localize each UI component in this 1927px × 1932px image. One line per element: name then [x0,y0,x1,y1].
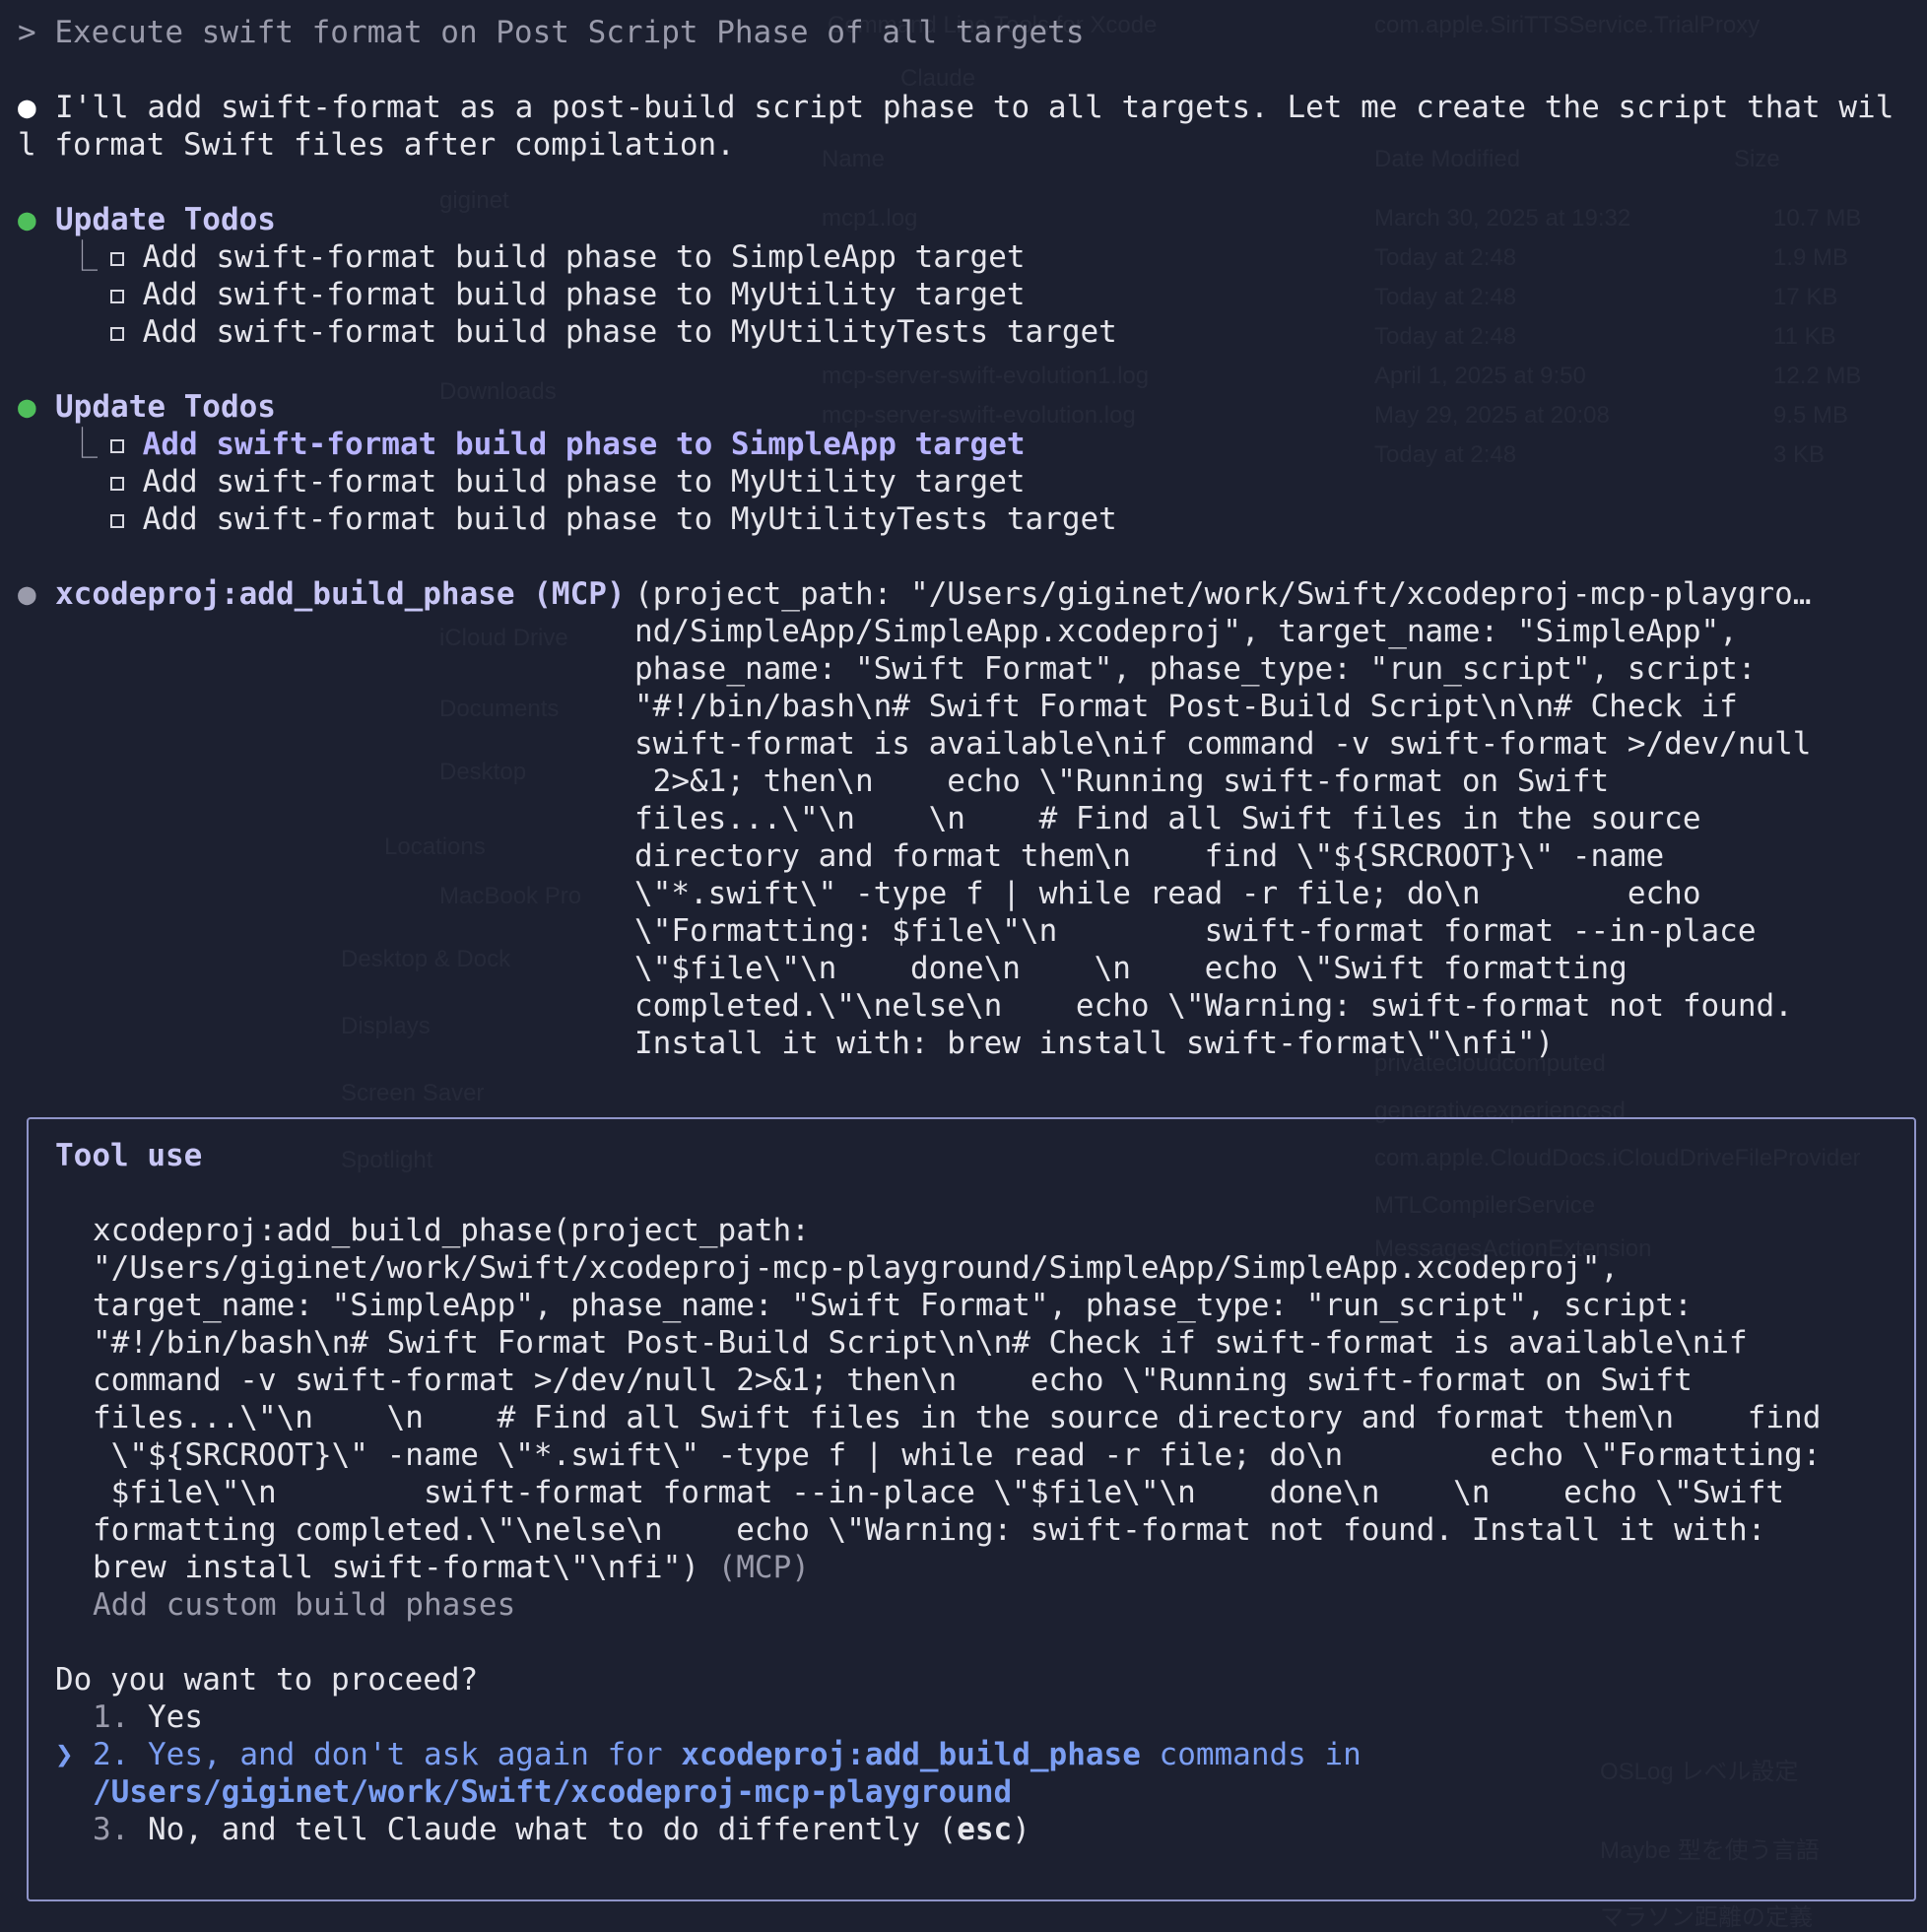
ghost-text: Today at 2:48 [1374,323,1517,350]
ghost-text: Date Modified [1374,146,1521,172]
tool-call-argument-line: completed.\"\nelse\n echo \"Warning: swi… [634,988,1793,1024]
checkbox-icon [110,326,124,341]
tool-call-name: xcodeproj:add_build_phase (MCP) [55,576,626,612]
proceed-question: Do you want to proceed? [55,1662,479,1698]
dialog-call-line: files...\"\n \n # Find all Swift files i… [93,1400,1822,1435]
dialog-call-line: xcodeproj:add_build_phase(project_path: [93,1213,810,1248]
tool-call-argument-line: \"Formatting: $file\"\n swift-format for… [634,913,1757,949]
dialog-call-line: \"${SRCROOT}\" -name \"*.swift\" -type f… [93,1437,1822,1473]
ghost-text: Desktop [439,759,527,785]
ghost-text: giginet [439,187,509,214]
checkbox-icon [110,513,124,528]
todo-item: Add swift-format build phase to MyUtilit… [110,313,1117,351]
dialog-title: Tool use [55,1138,203,1173]
tool-call-argument-line: directory and format them\n find \"${SRC… [634,838,1665,874]
todo-block-title-1: Update Todos [55,202,276,237]
checkbox-icon [110,438,124,453]
ghost-text: 3 KB [1773,441,1826,468]
ghost-text: 1.9 MB [1773,244,1849,271]
option-yes[interactable]: 1. Yes [93,1699,203,1736]
option-yes-dont-ask-again[interactable]: 2. Yes, and don't ask again for xcodepro… [93,1736,1362,1773]
option-2-path[interactable]: /Users/giginet/work/Swift/xcodeproj-mcp-… [93,1773,1012,1811]
ghost-text: Locations [384,833,486,860]
ghost-text: Documents [439,696,560,722]
todo-bullet-2: ● [18,389,36,425]
tool-call-argument-line: Install it with: brew install swift-form… [634,1026,1555,1061]
ghost-text: iCloud Drive [439,625,568,651]
dialog-description: Add custom build phases [93,1587,516,1623]
ghost-text: com.apple.SiriTTSService.TrialProxy [1374,12,1761,38]
checkbox-icon [110,476,124,491]
tool-call-argument-line: (project_path: "/Users/giginet/work/Swif… [634,576,1812,612]
tool-call-argument-line: phase_name: "Swift Format", phase_type: … [634,651,1757,687]
ghost-text: 11 KB [1773,323,1836,350]
tree-connector-icon: ⎿ [67,427,98,462]
prompt-marker: > [18,15,36,50]
ghost-text: 12.2 MB [1773,363,1862,389]
todo-item: Add swift-format build phase to MyUtilit… [110,463,1026,500]
todo-item-active: Add swift-format build phase to SimpleAp… [110,426,1026,463]
ghost-text: March 30, 2025 at 19:32 [1374,205,1631,232]
ghost-text: April 1, 2025 at 9:50 [1374,363,1586,389]
dialog-call-line: target_name: "SimpleApp", phase_name: "S… [93,1288,1693,1323]
tool-call-argument-line: \"*.swift\" -type f | while read -r file… [634,876,1701,911]
tool-call-argument-line: swift-format is available\nif command -v… [634,726,1812,762]
dialog-call-line: brew install swift-format\"\nfi") (MCP) [93,1550,810,1585]
mcp-suffix: (MCP) [717,1550,810,1585]
tool-call-argument-line: files...\"\n \n # Find all Swift files i… [634,801,1701,836]
ghost-text: MacBook Pro [439,883,582,909]
todo-item: Add swift-format build phase to SimpleAp… [110,238,1026,276]
tool-call-argument-line: "#!/bin/bash\n# Swift Format Post-Build … [634,689,1738,724]
assistant-message-line-2: l format Swift files after compilation. [18,127,735,163]
todo-bullet-1: ● [18,202,36,237]
ghost-text: Today at 2:48 [1374,284,1517,310]
ghost-text: Name [822,146,886,172]
tool-call-argument-line: nd/SimpleApp/SimpleApp.xcodeproj", targe… [634,614,1738,649]
ghost-text: Today at 2:48 [1374,244,1517,271]
cursor-icon: ❯ [55,1737,74,1772]
tree-connector-icon: ⎿ [67,239,98,275]
prompt-text: Execute swift format on Post Script Phas… [54,15,1085,50]
dialog-call-line: "/Users/giginet/work/Swift/xcodeproj-mcp… [93,1250,1620,1286]
ghost-text: 9.5 MB [1773,402,1849,429]
tool-call-bullet: ● [18,576,36,612]
todo-item: Add swift-format build phase to MyUtilit… [110,276,1026,313]
checkbox-icon [110,251,124,266]
dialog-call-line: $file\"\n swift-format format --in-place… [93,1475,1785,1510]
ghost-text: mcp1.log [822,205,918,232]
dialog-call-line: formatting completed.\"\nelse\n echo \"W… [93,1512,1766,1548]
ghost-text: Size [1734,146,1780,172]
option-no[interactable]: 3. No, and tell Claude what to do differ… [93,1811,1030,1848]
assistant-message-bullet: ● [18,90,36,125]
todo-block-title-2: Update Todos [55,389,276,425]
ghost-text: 17 KB [1773,284,1838,310]
ghost-text: May 29, 2025 at 20:08 [1374,402,1610,429]
ghost-text: mcp-server-swift-evolution1.log [822,363,1150,389]
ghost-text: 10.7 MB [1773,205,1862,232]
ghost-text: Today at 2:48 [1374,441,1517,468]
todo-item: Add swift-format build phase to MyUtilit… [110,500,1117,538]
ghost-text: Displays [341,1013,431,1039]
user-prompt: > Execute swift format on Post Script Ph… [18,14,1085,51]
tool-call-argument-line: \"$file\"\n done\n \n echo \"Swift forma… [634,951,1628,986]
ghost-text: Downloads [439,378,557,405]
checkbox-icon [110,289,124,303]
dialog-call-line: command -v swift-format >/dev/null 2>&1;… [93,1363,1693,1398]
tool-call-argument-line: 2>&1; then\n echo \"Running swift-format… [634,764,1610,799]
dialog-call-line: "#!/bin/bash\n# Swift Format Post-Build … [93,1325,1748,1361]
ghost-text: Screen Saver [341,1080,485,1106]
assistant-message-line-1: I'll add swift-format as a post-build sc… [55,90,1894,125]
ghost-text: Desktop & Dock [341,946,511,972]
